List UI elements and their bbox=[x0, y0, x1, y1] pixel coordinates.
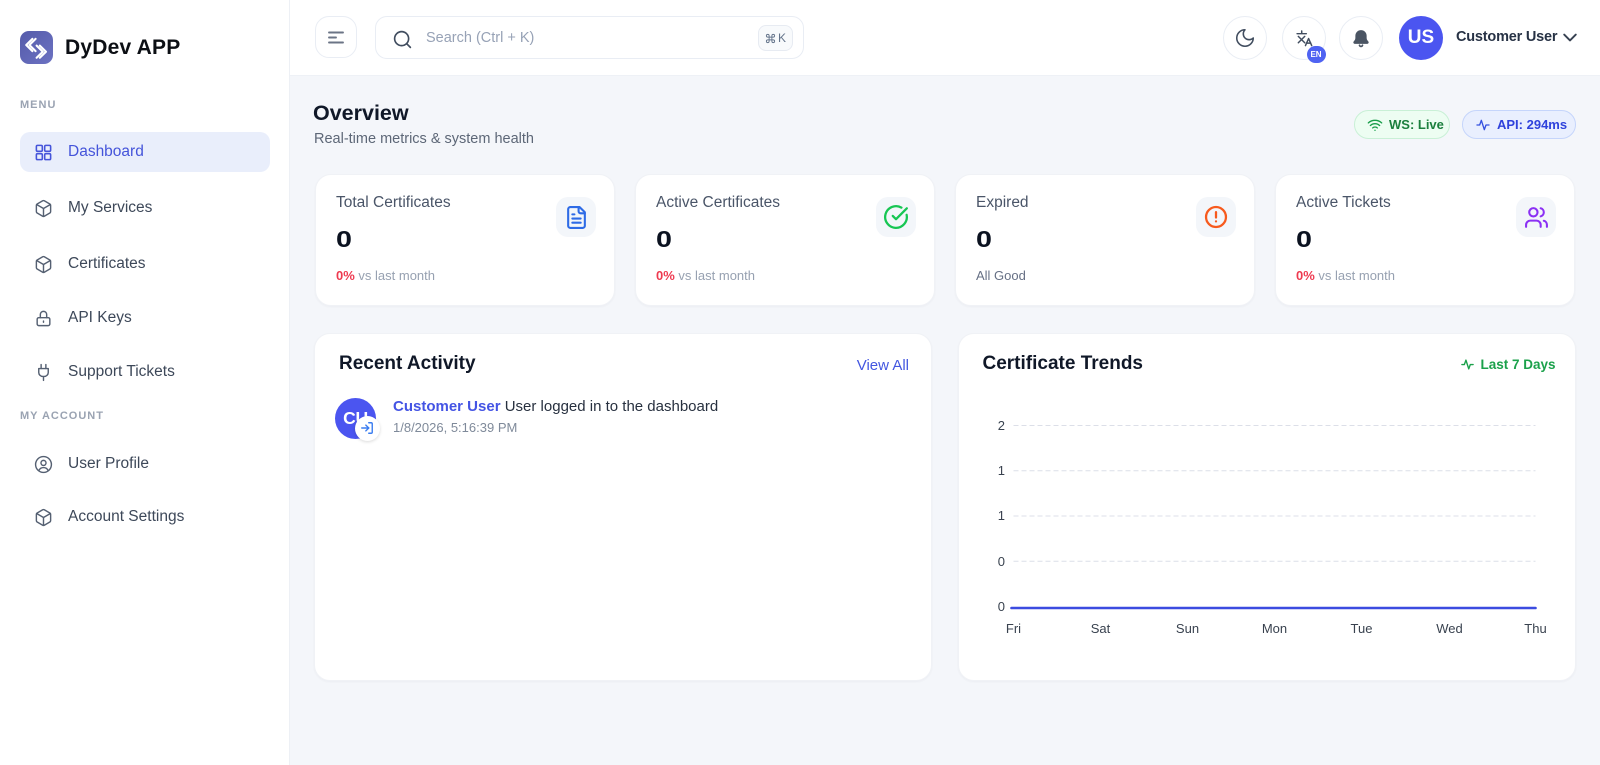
svg-text:1: 1 bbox=[997, 463, 1004, 478]
svg-text:0: 0 bbox=[997, 554, 1004, 569]
svg-text:Sat: Sat bbox=[1090, 621, 1110, 636]
svg-text:Tue: Tue bbox=[1350, 621, 1372, 636]
svg-text:Sun: Sun bbox=[1175, 621, 1198, 636]
svg-text:Fri: Fri bbox=[1005, 621, 1020, 636]
svg-text:0: 0 bbox=[997, 599, 1004, 614]
svg-text:Mon: Mon bbox=[1261, 621, 1286, 636]
svg-text:Wed: Wed bbox=[1436, 621, 1463, 636]
svg-text:Thu: Thu bbox=[1524, 621, 1546, 636]
svg-text:1: 1 bbox=[997, 508, 1004, 523]
svg-text:2: 2 bbox=[997, 418, 1004, 433]
